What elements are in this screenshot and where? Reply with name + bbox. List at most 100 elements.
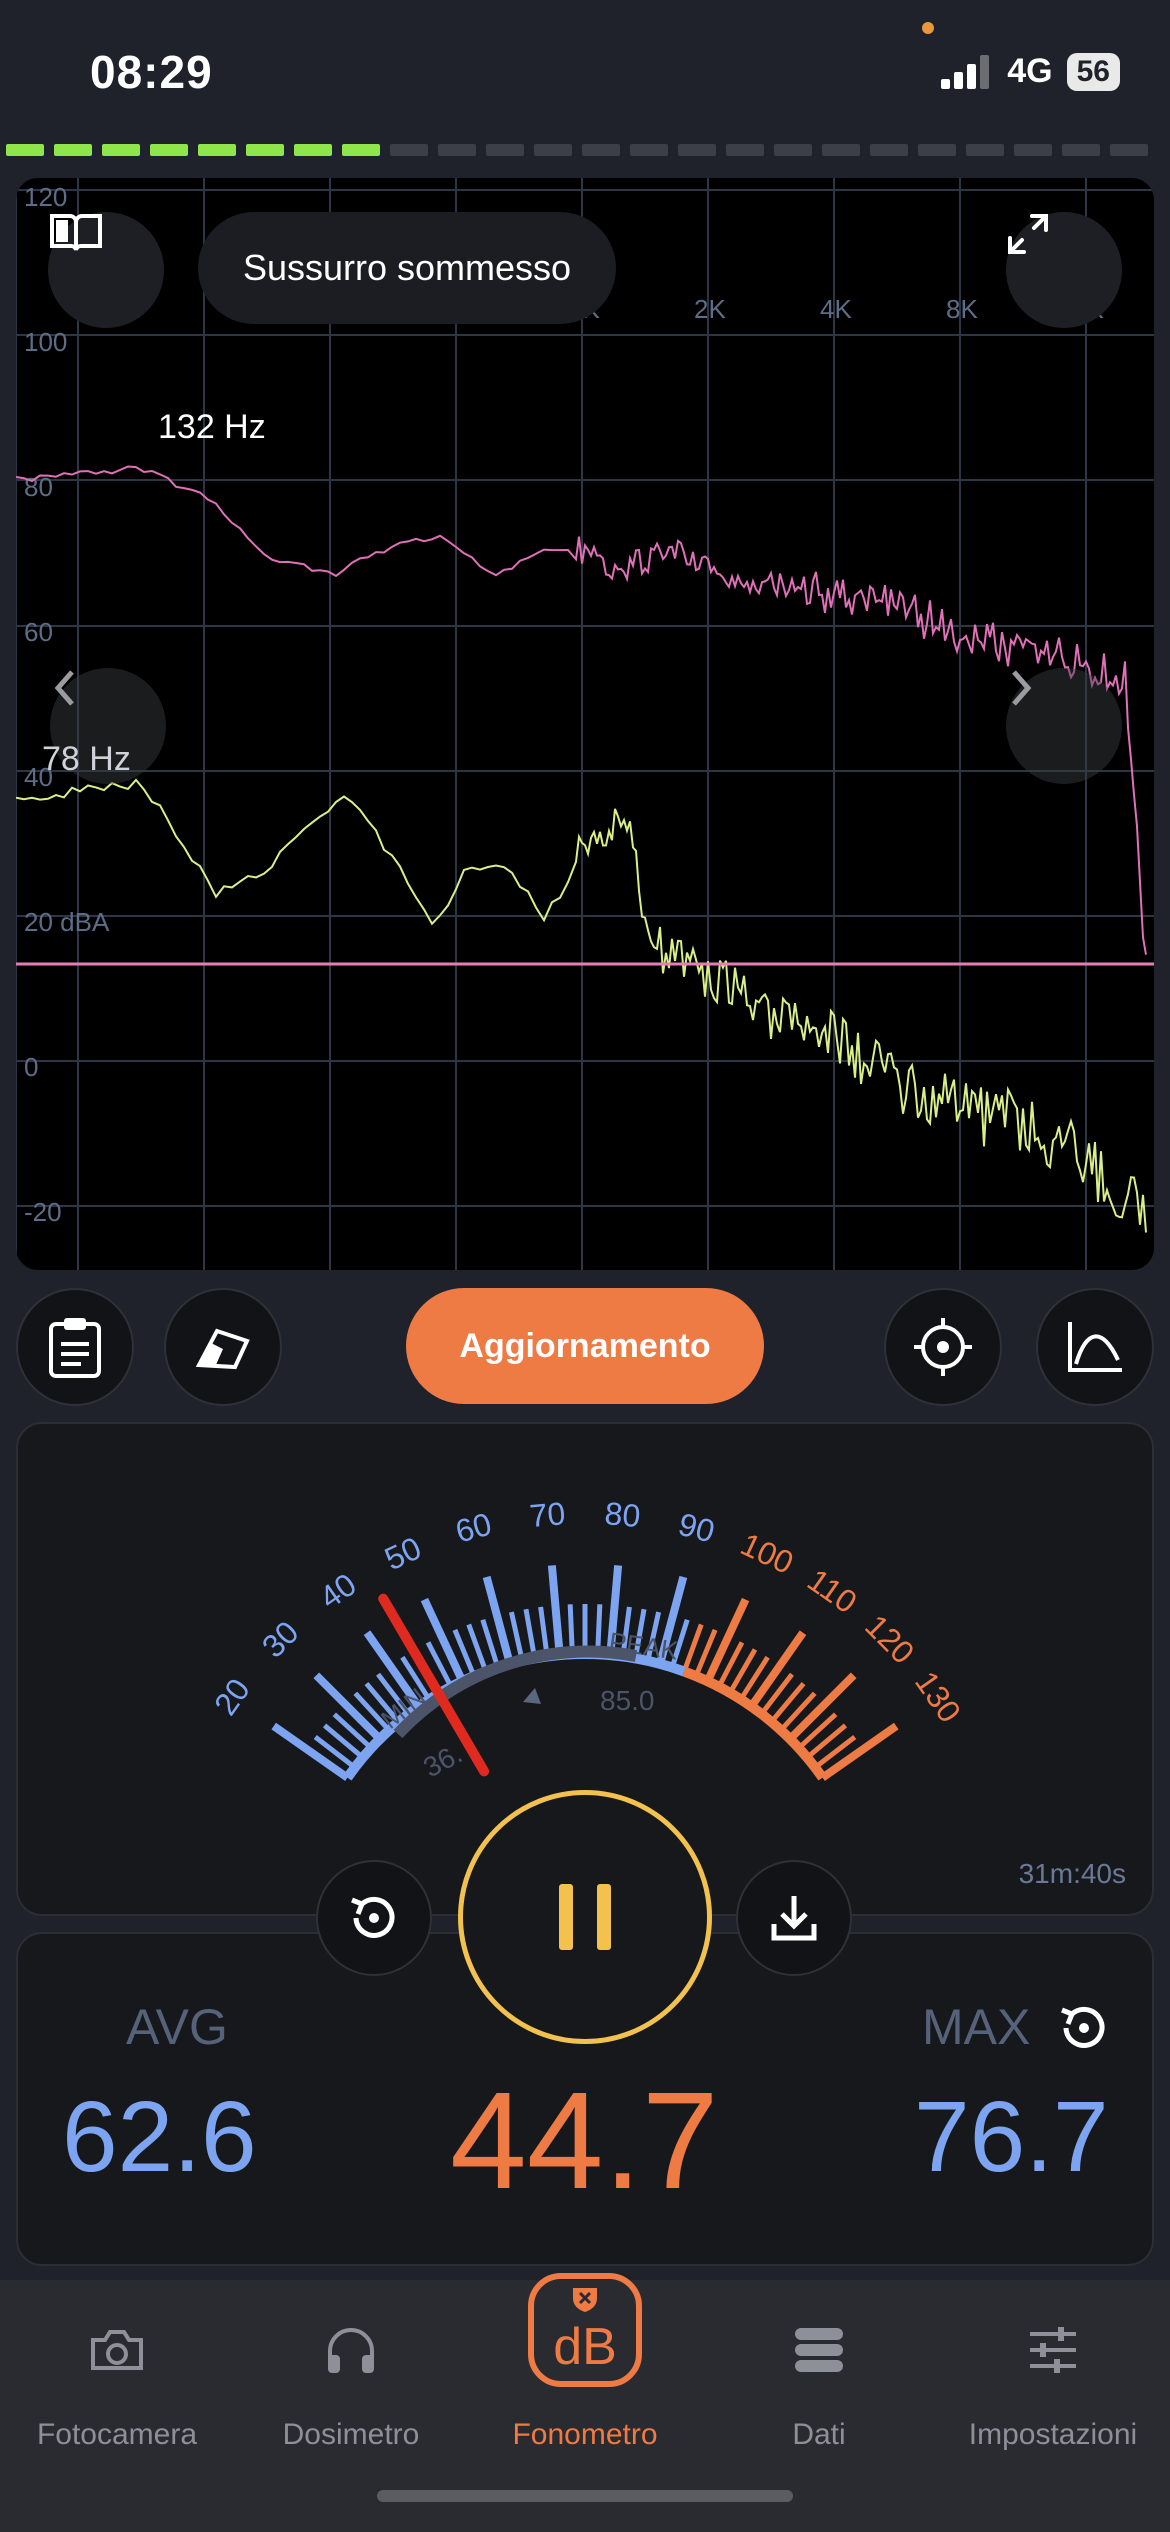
level-segment [870,144,908,156]
db-meter-icon: dB [528,2273,642,2387]
tab-camera[interactable]: Fotocamera [0,2310,234,2452]
gauge-scale-label: 130 [908,1665,968,1729]
chevron-left-icon [54,670,74,706]
tab-dosimeter[interactable]: Dosimetro [234,2310,468,2452]
network-type: 4G [1007,52,1053,90]
reset-max-button[interactable] [1054,1998,1114,2058]
tab-label: Fonometro [512,2418,658,2451]
save-button[interactable] [736,1860,852,1976]
status-time: 08:29 [90,46,213,98]
level-segment [150,144,188,156]
level-segment [678,144,716,156]
curve-chart-icon [1068,1322,1122,1372]
next-band-button[interactable] [1006,668,1122,784]
level-segment [1062,144,1100,156]
level-segment [342,144,380,156]
book-button[interactable] [48,212,164,328]
freq-tick-label: 8K [946,294,978,324]
level-segment [102,144,140,156]
reset-button[interactable] [316,1860,432,1976]
clipboard-icon [49,1318,101,1378]
gauge-scale-label: 90 [675,1506,719,1550]
level-segment [1014,144,1052,156]
tab-label: Dati [792,2418,846,2451]
level-segment [918,144,956,156]
update-button[interactable]: Aggiornamento [406,1288,764,1404]
tab-settings[interactable]: Impostazioni [936,2310,1170,2452]
gauge-scale-label: 60 [452,1506,496,1550]
spectrum-svg: 12010080604020 dBA0-2021K2K4K8K6K [16,178,1154,1270]
avg-label: AVG [126,1999,228,2055]
elapsed-time: 31m:40s [1018,1858,1126,1889]
level-segment [390,144,428,156]
pause-icon [559,1884,611,1950]
level-segment [438,144,476,156]
battery-badge: 56 [1066,52,1120,91]
tab-sound-meter[interactable]: dB Fonometro [468,2273,702,2452]
status-indicators: 4G 56 [941,52,1120,91]
database-icon [795,2328,843,2372]
freq-tick-label: 4K [820,294,852,324]
db-tick-label: 60 [24,617,53,647]
db-tick-label: 120 [24,182,67,212]
level-segment [582,144,620,156]
target-button[interactable] [884,1288,1002,1406]
peak-current-label: 78 Hz [42,740,131,778]
privacy-dot [922,22,934,34]
level-segment [6,144,44,156]
clipboard-button[interactable] [16,1288,134,1406]
curve-button[interactable] [1036,1288,1154,1406]
gauge-scale-label: 40 [313,1566,363,1616]
level-segment [198,144,236,156]
peak-value: 85.0 [600,1685,655,1716]
level-segment [774,144,812,156]
signal-icon [941,54,990,89]
sound-description: Sussurro sommesso [242,247,572,288]
gauge-tick [523,1608,538,1659]
book-icon [50,214,102,251]
level-segment [54,144,92,156]
tab-label: Impostazioni [968,2418,1138,2451]
sound-description-pill: Sussurro sommesso [198,212,616,324]
eraser-button[interactable] [164,1288,282,1406]
reset-icon [1061,2006,1105,2048]
eraser-icon [195,1328,250,1370]
pause-button[interactable] [458,1790,712,2044]
gauge-scale-label: 100 [735,1526,799,1581]
tab-label: Fotocamera [36,2418,198,2451]
sliders-icon [1030,2327,1076,2373]
peak-marker [523,1688,541,1704]
reset-icon [351,1896,395,1938]
gauge-tick [322,1723,365,1760]
peak-max-label: 132 Hz [158,408,266,446]
gauge-scale-label: 20 [207,1672,257,1722]
level-segment [726,144,764,156]
gauge-tick [480,1618,501,1669]
gauge-tick [508,1611,525,1662]
level-segment [822,144,860,156]
db-tick-label: -20 [24,1197,62,1227]
max-label: MAX [922,1999,1031,2055]
spectrum-chart[interactable]: 12010080604020 dBA0-2021K2K4K8K6K Sussur… [16,178,1154,1270]
camera-icon [91,2330,143,2370]
level-meter [0,144,1170,160]
headphones-icon [328,2328,374,2373]
level-segment [966,144,1004,156]
current-value: 44.7 [450,2064,719,2218]
gauge-tick [769,1681,806,1724]
gauge-scale-label: 30 [255,1614,306,1665]
gauge-scale-label: 50 [379,1530,426,1578]
level-segment [630,144,668,156]
db-tick-label: 100 [24,327,67,357]
min-value: 36. [418,1738,467,1784]
svg-text:dB: dB [553,2318,617,2376]
tab-data[interactable]: Dati [702,2310,936,2452]
fullscreen-button[interactable] [1006,212,1122,328]
level-segment [1110,144,1148,156]
level-segment [294,144,332,156]
gauge-scale-label: 80 [603,1495,642,1534]
db-tick-label: 0 [24,1052,38,1082]
level-segment [246,144,284,156]
gauge-scale-label: 120 [858,1608,921,1671]
expand-icon [1008,214,1048,254]
